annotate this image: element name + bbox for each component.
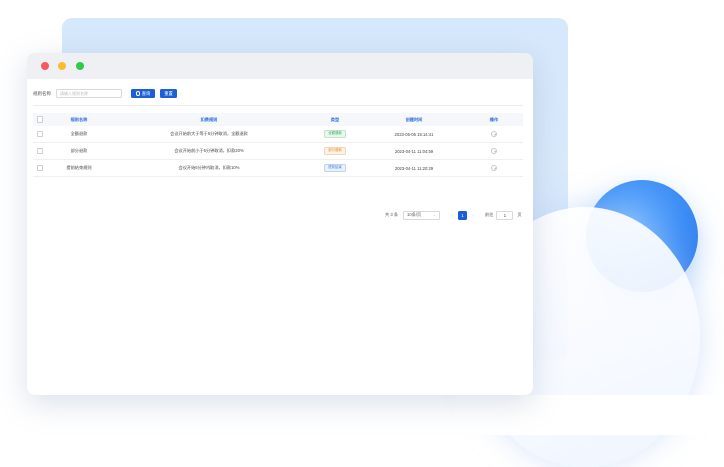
window-titlebar <box>27 53 533 79</box>
header-name: 规则名称 <box>70 116 88 122</box>
rules-table: 规则名称 扣费规则 类型 创建时间 操作 全额退款 会议开始前大于等于5分钟取消… <box>33 113 523 177</box>
row-type-cell: 部分退款 <box>307 147 363 155</box>
type-tag: 提前结束 <box>324 164 346 172</box>
header-type: 类型 <box>330 116 340 122</box>
header-created: 创建时间 <box>405 116 423 122</box>
search-form: 规则名称 请输入规则名称 查询 重置 <box>33 88 177 99</box>
row-action-cell <box>465 148 523 154</box>
decorative-mask <box>455 395 724 435</box>
prev-page-icon[interactable]: ‹ <box>448 211 456 220</box>
row-checkbox-cell <box>33 130 47 138</box>
row-name: 部分退款 <box>70 148 88 153</box>
row-action-cell <box>465 165 523 171</box>
reset-button[interactable]: 重置 <box>160 89 177 98</box>
goto-label: 前往 <box>485 212 494 217</box>
page-size-value: 10条/页 <box>407 212 422 217</box>
row-type-cell: 提前结束 <box>307 164 363 172</box>
edit-icon[interactable] <box>491 148 497 154</box>
row-checkbox[interactable] <box>36 164 44 172</box>
row-action-cell <box>465 131 523 137</box>
page-unit-label: 页 <box>517 212 522 217</box>
row-rule: 会议开始前大于等于5分钟取消，全额退款 <box>170 131 248 136</box>
row-type-cell: 全额退款 <box>307 130 363 138</box>
edit-icon[interactable] <box>491 165 497 171</box>
row-rule: 会议开始前小于5分钟取消，扣款20% <box>174 148 244 153</box>
type-tag: 全额退款 <box>324 130 346 138</box>
table-header: 规则名称 扣费规则 类型 创建时间 操作 <box>33 113 523 126</box>
goto-page-input[interactable]: 1 <box>496 210 514 220</box>
chevron-down-icon: ⌄ <box>433 213 437 217</box>
goto-page-value: 1 <box>503 212 507 218</box>
table-row: 提前结束规则 会议开始5分钟内取消，扣款10% 提前结束 2023-04-11 … <box>33 160 523 177</box>
select-all-checkbox[interactable] <box>36 116 44 123</box>
pagination-total: 共 3 条 <box>385 212 399 217</box>
row-checkbox[interactable] <box>36 130 44 138</box>
page-number[interactable]: 1 <box>458 210 468 220</box>
header-action: 操作 <box>489 116 499 122</box>
row-created: 2023-04-11 11:20:29 <box>394 165 434 171</box>
search-icon <box>135 91 141 96</box>
next-page-icon[interactable]: › <box>469 211 477 220</box>
close-window-icon[interactable] <box>41 62 49 70</box>
edit-icon[interactable] <box>491 131 497 137</box>
maximize-window-icon[interactable] <box>76 62 84 70</box>
app-window: 规则名称 请输入规则名称 查询 重置 规则名称 扣费规则 类型 创建时间 操作 … <box>27 53 533 395</box>
row-created: 2023-05-05 15:14:41 <box>394 131 434 137</box>
row-checkbox-cell <box>33 147 47 155</box>
rule-name-placeholder: 请输入规则名称 <box>60 90 88 96</box>
reset-button-label: 重置 <box>164 90 173 96</box>
row-checkbox[interactable] <box>36 147 44 155</box>
row-rule: 会议开始5分钟内取消，扣款10% <box>178 165 240 170</box>
table-row: 部分退款 会议开始前小于5分钟取消，扣款20% 部分退款 2023-04-11 … <box>33 143 523 160</box>
minimize-window-icon[interactable] <box>58 62 66 70</box>
query-button-label: 查询 <box>141 90 151 96</box>
table-row: 全额退款 会议开始前大于等于5分钟取消，全额退款 全额退款 2023-05-05… <box>33 126 523 143</box>
row-checkbox-cell <box>33 164 47 172</box>
query-button[interactable]: 查询 <box>131 89 155 98</box>
row-name: 全额退款 <box>70 131 88 136</box>
header-checkbox-cell <box>33 116 47 123</box>
type-tag: 部分退款 <box>324 147 346 155</box>
rule-name-label: 规则名称 <box>33 90 51 96</box>
row-created: 2023-04-11 11:04:59 <box>394 148 434 154</box>
page-size-select[interactable]: 10条/页 ⌄ <box>403 210 441 220</box>
rule-name-input[interactable]: 请输入规则名称 <box>56 89 122 98</box>
row-name: 提前结束规则 <box>66 165 92 170</box>
divider <box>33 105 523 106</box>
header-rule: 扣费规则 <box>200 116 218 122</box>
pagination: 共 3 条 10条/页 ⌄ ‹ 1 › 前往 1 页 <box>385 210 522 220</box>
